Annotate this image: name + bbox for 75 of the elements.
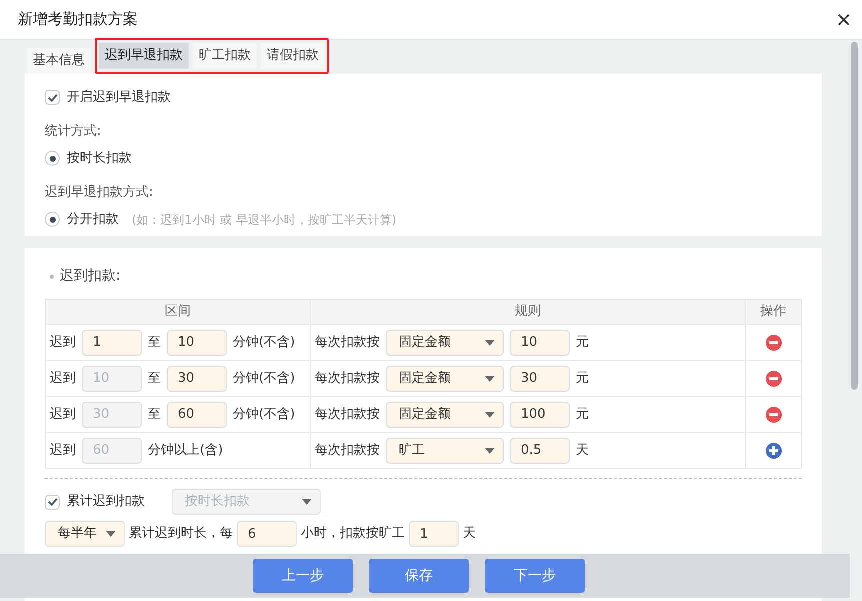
- input-field[interactable]: 1: [409, 521, 459, 547]
- tab[interactable]: 请假扣款: [261, 43, 325, 69]
- unit-label: 分钟(不含): [233, 370, 296, 388]
- checkbox[interactable]: [45, 90, 60, 106]
- dropdown[interactable]: 固定金额: [386, 366, 504, 392]
- rule-label: 每次扣款按: [315, 406, 380, 424]
- inline-text: 累计迟到时长，每: [129, 525, 233, 544]
- rule-label: 每次扣款按: [315, 370, 380, 388]
- radio-button[interactable]: [45, 151, 60, 166]
- rule-label: 每次扣款按: [315, 334, 380, 352]
- radio-label: 分开扣款: [67, 211, 119, 229]
- row-label: 迟到: [50, 406, 76, 424]
- radio-label: 按时长扣款: [67, 150, 132, 168]
- input-field[interactable]: 30: [510, 366, 570, 392]
- unit-label: 分钟以上(含): [148, 442, 224, 460]
- section-label: 迟到早退扣款方式:: [45, 184, 154, 202]
- input-field[interactable]: 10: [510, 330, 570, 356]
- section-title: 迟到扣款:: [60, 267, 121, 286]
- checkbox-label: 累计迟到扣款: [67, 493, 145, 512]
- column-header: 操作: [746, 300, 802, 324]
- input-field[interactable]: 100: [510, 402, 570, 428]
- caret-icon: [485, 448, 495, 454]
- unit-label: 元: [576, 334, 589, 352]
- dropdown[interactable]: 旷工: [386, 438, 504, 464]
- window-title: 新增考勤扣款方案: [18, 9, 138, 30]
- input-field[interactable]: 30: [167, 366, 227, 392]
- dropdown[interactable]: 固定金额: [386, 330, 504, 356]
- dropdown[interactable]: 每半年: [45, 521, 125, 547]
- footer-button[interactable]: 保存: [369, 559, 469, 593]
- column-header: 区间: [46, 300, 310, 324]
- scrollbar-thumb[interactable]: [851, 42, 858, 390]
- caret-icon: [485, 412, 495, 418]
- tab[interactable]: 旷工扣款: [193, 43, 257, 69]
- dropdown[interactable]: 固定金额: [386, 402, 504, 428]
- unit-label: 元: [576, 370, 589, 388]
- caret-icon: [106, 531, 116, 537]
- tab[interactable]: 迟到早退扣款: [99, 43, 189, 69]
- inline-text: 小时，扣款按旷工: [301, 525, 405, 544]
- footer-button[interactable]: 下一步: [485, 559, 585, 593]
- row-label: 迟到: [50, 370, 76, 388]
- input-field[interactable]: 60: [167, 402, 227, 428]
- checkbox-label: 开启迟到早退扣款: [67, 89, 171, 107]
- row-label: 迟到: [50, 442, 76, 460]
- input-field[interactable]: 10: [167, 330, 227, 356]
- radio-button[interactable]: [45, 212, 60, 228]
- unit-label: 分钟(不含): [233, 406, 296, 424]
- rule-label: 每次扣款按: [315, 442, 380, 460]
- range-label: 至: [148, 334, 161, 352]
- section-label: 统计方式:: [45, 122, 102, 140]
- caret-icon: [485, 340, 495, 346]
- checkbox[interactable]: [45, 494, 60, 510]
- tab[interactable]: 基本信息: [27, 48, 91, 74]
- range-label: 至: [148, 406, 161, 424]
- minus-circle-icon[interactable]: [766, 334, 782, 350]
- checkmark-icon: [48, 94, 58, 102]
- unit-label: 天: [463, 525, 476, 544]
- footer-button[interactable]: 上一步: [253, 559, 353, 593]
- close-icon[interactable]: [838, 14, 850, 26]
- plus-circle-icon[interactable]: [766, 442, 782, 458]
- unit-label: 分钟(不含): [233, 334, 296, 352]
- row-label: 迟到: [50, 334, 76, 352]
- input-field[interactable]: 6: [237, 521, 297, 547]
- unit-label: 元: [576, 406, 589, 424]
- minus-circle-icon[interactable]: [766, 370, 782, 386]
- range-label: 至: [148, 370, 161, 388]
- input-field[interactable]: 1: [82, 330, 142, 356]
- unit-label: 天: [576, 442, 589, 460]
- minus-circle-icon[interactable]: [766, 406, 782, 422]
- bullet-icon: [50, 274, 54, 278]
- checkmark-icon: [48, 498, 58, 506]
- hint-text: (如：迟到1小时 或 早退半小时，按旷工半天计算): [132, 212, 397, 229]
- input-field[interactable]: 0.5: [510, 438, 570, 464]
- caret-icon: [485, 376, 495, 382]
- column-header: 规则: [310, 300, 746, 324]
- caret-icon: [302, 499, 312, 505]
